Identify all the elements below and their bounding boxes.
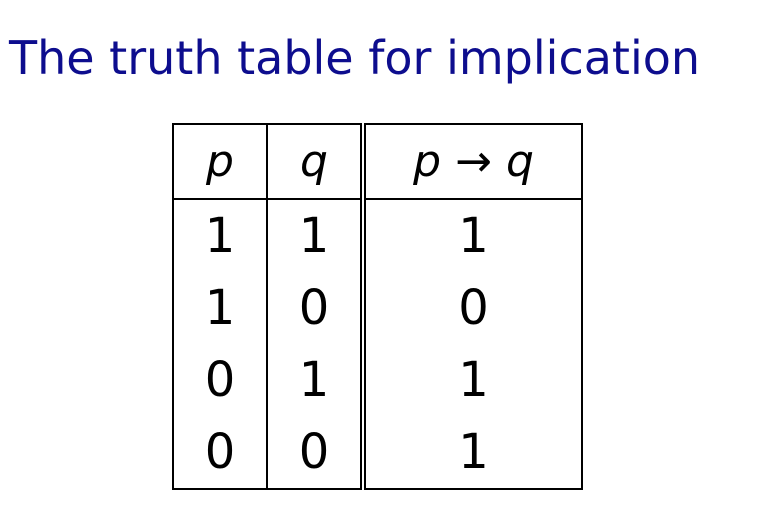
header-q: q <box>266 123 363 200</box>
cell-implication: 1 <box>360 344 583 416</box>
header-implication: p → q <box>360 123 583 200</box>
impl-var-q: q <box>505 135 534 187</box>
cell-implication: 1 <box>360 199 583 272</box>
impl-var-p: p <box>413 135 442 187</box>
header-row: p q p → q <box>172 123 583 200</box>
cell-q: 1 <box>266 344 363 416</box>
cell-p: 1 <box>172 199 267 272</box>
cell-p: 0 <box>172 344 267 416</box>
cell-q: 0 <box>266 416 363 490</box>
var-p: p <box>206 135 234 187</box>
cell-q: 0 <box>266 272 363 344</box>
table-row: 1 1 1 <box>172 199 583 272</box>
cell-p: 0 <box>172 416 267 490</box>
cell-q: 1 <box>266 199 363 272</box>
cell-p: 1 <box>172 272 267 344</box>
table-row: 1 0 0 <box>172 272 583 344</box>
table-row: 0 0 1 <box>172 416 583 490</box>
slide-title: The truth table for implication <box>9 31 701 85</box>
implies-arrow-icon: → <box>455 135 492 187</box>
cell-implication: 1 <box>360 416 583 490</box>
var-q: q <box>300 135 328 187</box>
cell-implication: 0 <box>360 272 583 344</box>
truth-table: p q p → q 1 1 1 1 0 0 0 1 1 0 0 1 <box>172 123 583 490</box>
header-p: p <box>172 123 267 200</box>
table-row: 0 1 1 <box>172 344 583 416</box>
